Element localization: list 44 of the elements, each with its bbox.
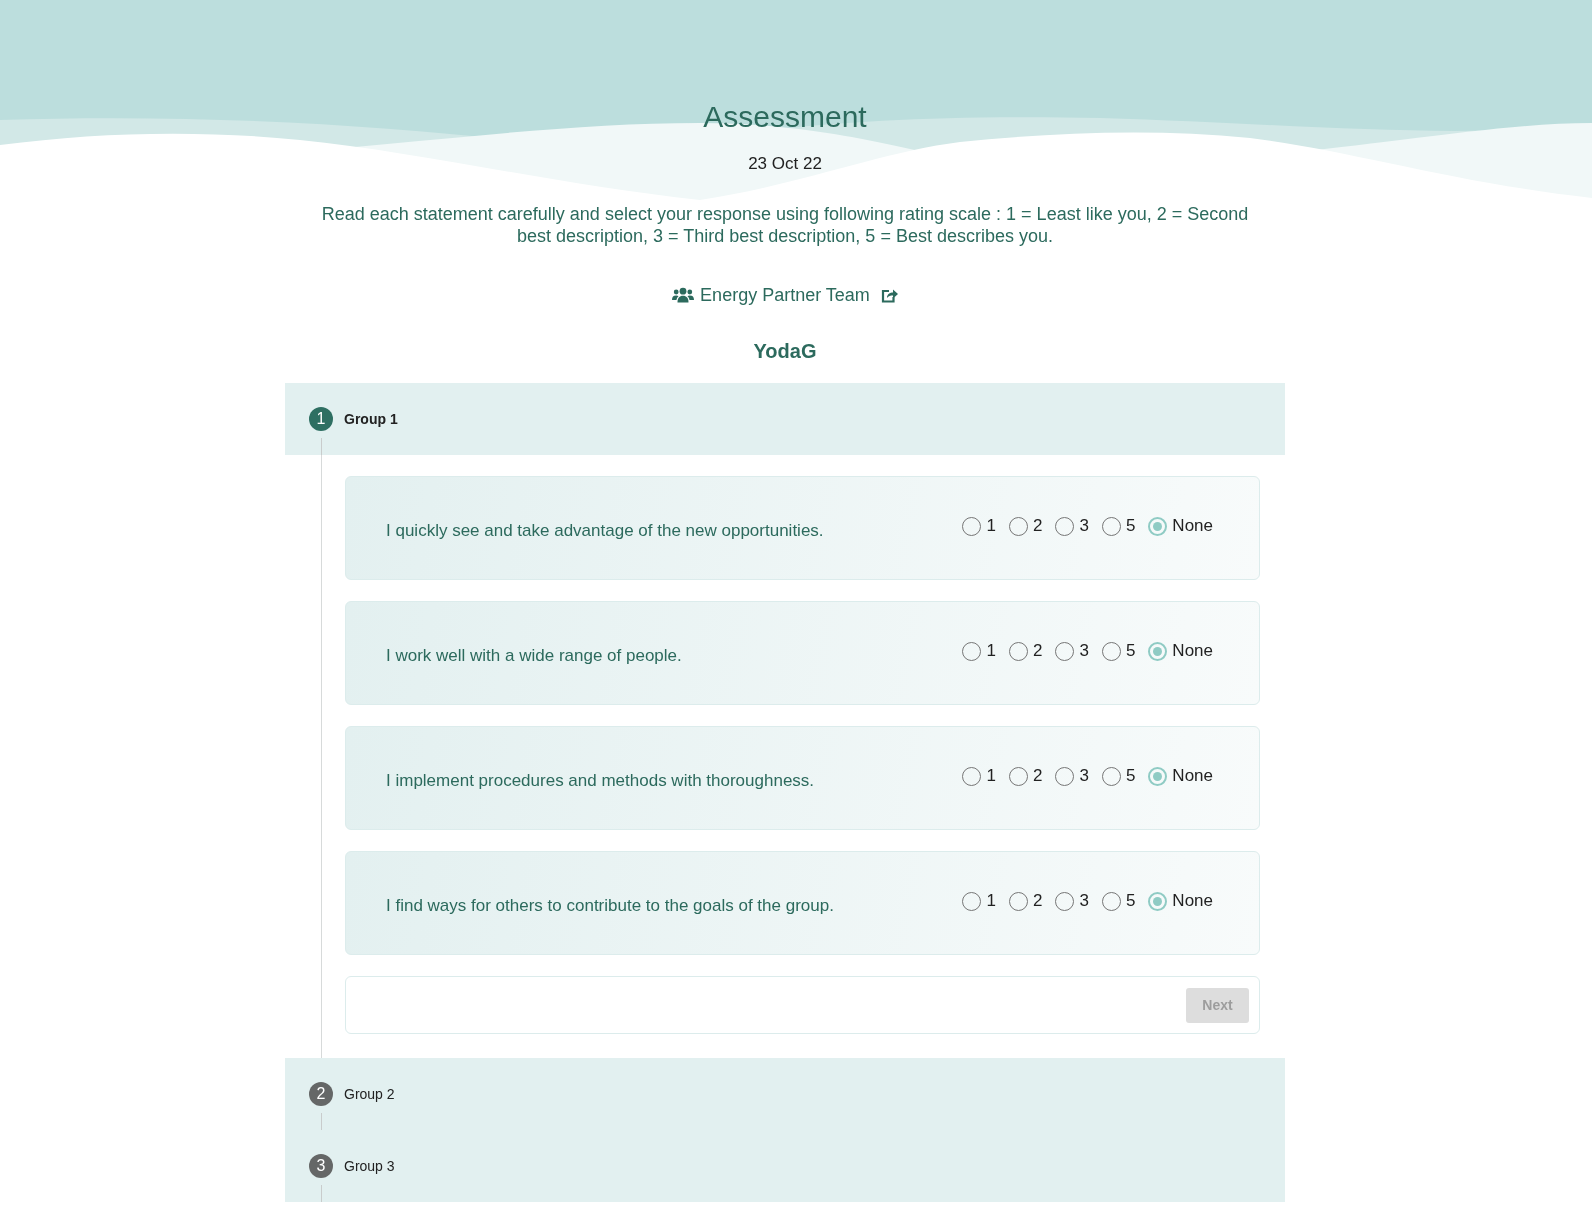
step-number: 3 — [309, 1154, 333, 1178]
option-label: 1 — [986, 641, 996, 661]
option-label: 2 — [1032, 766, 1043, 786]
radio-button[interactable] — [1148, 766, 1168, 786]
option-label: None — [1172, 641, 1213, 661]
option-label: 2 — [1032, 516, 1043, 536]
option-label: 5 — [1125, 891, 1136, 911]
group-header[interactable]: 1 Group 1 — [285, 383, 1285, 455]
participant-name: YodaG — [753, 339, 817, 364]
option-label: 3 — [1079, 516, 1089, 536]
option-label: 5 — [1125, 766, 1136, 786]
instructions-text: Read each statement carefully and select your response using following rating scale : 1 = Least like you, 2 = Second best description, 3 = Third best description, 5 = Best describes you. — [320, 203, 1250, 247]
radio-button[interactable] — [1148, 641, 1168, 661]
group-header[interactable]: 3 Group 3 — [285, 1130, 1285, 1202]
group-header[interactable]: 2 Group 2 — [285, 1058, 1285, 1130]
team-name: Energy Partner Team — [700, 284, 870, 307]
statement-text: I work well with a wide range of people. — [386, 646, 682, 666]
option-label: 3 — [1079, 641, 1089, 661]
option-label: 5 — [1125, 641, 1136, 661]
group-title: Group 1 — [344, 411, 398, 427]
share-icon[interactable] — [880, 287, 898, 303]
option-label: 2 — [1032, 891, 1043, 911]
option-label: 1 — [986, 516, 996, 536]
step-number: 2 — [309, 1082, 333, 1106]
group-title: Group 3 — [344, 1158, 395, 1174]
step-number: 1 — [309, 407, 333, 431]
radio-button[interactable] — [1148, 516, 1168, 536]
option-label: 1 — [986, 766, 996, 786]
option-label: 3 — [1079, 766, 1089, 786]
page-title: Assessment — [703, 99, 867, 135]
group-title: Group 2 — [344, 1086, 395, 1102]
option-label: None — [1172, 891, 1213, 911]
users-icon — [672, 287, 695, 303]
option-label: 1 — [986, 891, 996, 911]
statement-text: I quickly see and take advantage of the new opportunities. — [386, 521, 824, 541]
statement-text: I implement procedures and methods with thoroughness. — [386, 771, 815, 791]
option-label: 2 — [1032, 641, 1043, 661]
statement-text: I find ways for others to contribute to the goals of the group. — [386, 896, 834, 916]
option-label: 5 — [1125, 516, 1136, 536]
option-label: 3 — [1079, 891, 1089, 911]
option-label: None — [1172, 766, 1213, 786]
radio-button[interactable] — [1148, 891, 1168, 911]
option-label: None — [1172, 516, 1213, 536]
assessment-date: 23 Oct 22 — [748, 154, 822, 174]
